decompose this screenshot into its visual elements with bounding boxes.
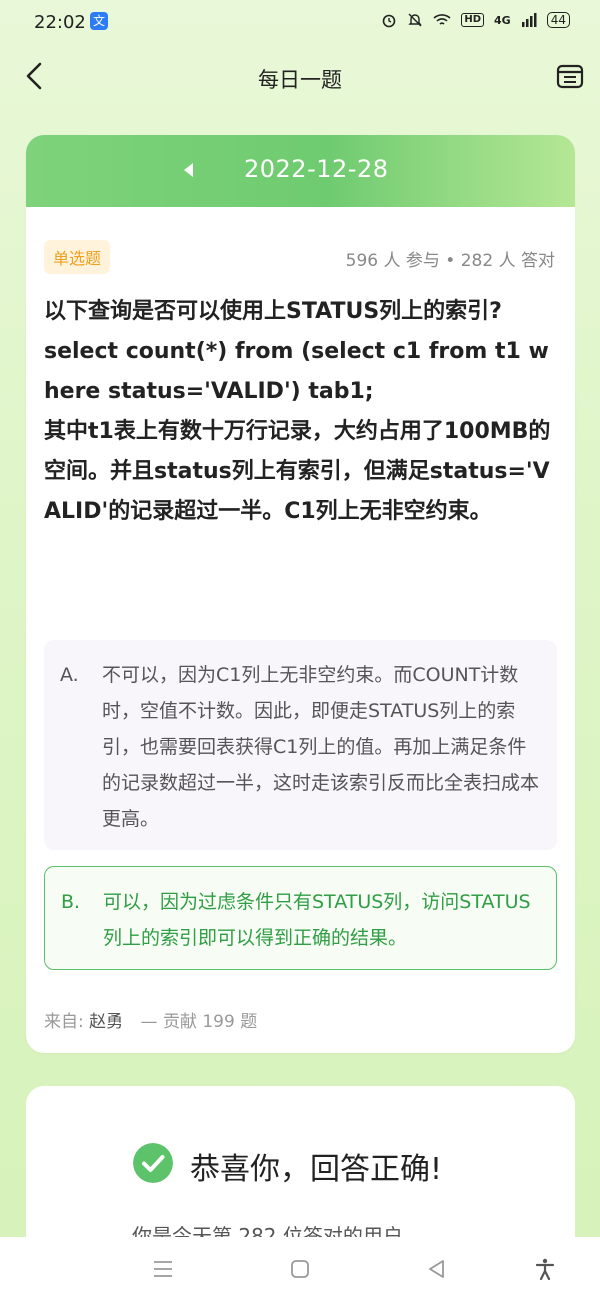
author-name[interactable]: 赵勇 [89,1012,123,1032]
battery-indicator: 44 [546,12,570,28]
prev-date-arrow-icon[interactable] [184,163,193,177]
status-bar: 22:02 文 HD 4G 44 [0,0,600,46]
option-text: 不可以，因为C1列上无非空约束。而COUNT计数时，空值不计数。因此，即便走ST… [102,664,540,830]
question-date: 2022-12-28 [244,155,389,183]
option-text: 可以，因为过虑条件只有STATUS列，访问STATUS列上的索引即可以得到正确的… [103,891,531,949]
signal-icon [521,13,537,27]
option-a[interactable]: A. 不可以，因为C1列上无非空约束。而COUNT计数时，空值不计数。因此，即便… [44,640,557,850]
nav-bar: 每日一题 [0,46,600,110]
translate-app-icon: 文 [90,12,108,30]
date-header: 2022-12-28 [26,135,575,207]
accessibility-icon[interactable] [533,1257,557,1281]
question-meta: 单选题 596 人 参与 • 282 人 答对 [44,240,555,274]
status-icons: HD 4G 44 [381,12,570,28]
question-text: 以下查询是否可以使用上STATUS列上的索引? select count(*) … [44,299,551,524]
status-time: 22:02 [34,12,86,33]
alarm-icon [383,14,396,28]
result-title: 恭喜你，回答正确! [190,1152,443,1187]
option-letter: B. [61,891,81,913]
page-title: 每日一题 [258,68,342,92]
question-type-badge: 单选题 [44,240,111,274]
mute-bell-icon [408,13,423,27]
hd-badge: HD [461,13,485,27]
contribution-count: — 贡献 199 题 [140,1012,258,1032]
system-nav-bar [0,1237,600,1300]
question-card: 2022-12-28 单选题 596 人 参与 • 282 人 答对 以下查询是… [26,135,575,1053]
author-label: 来自: [44,1012,84,1032]
menu-icon[interactable] [151,1257,175,1281]
participation-stats: 596 人 参与 • 282 人 答对 [345,251,555,271]
check-circle-icon [133,1143,173,1183]
home-icon[interactable] [288,1257,312,1281]
back-triangle-icon[interactable] [425,1257,449,1281]
author-info: 来自: 赵勇 — 贡献 199 题 [44,1007,257,1032]
calendar-icon[interactable] [556,62,584,90]
network-type: 4G [494,13,511,27]
option-b-correct[interactable]: B. 可以，因为过虑条件只有STATUS列，访问STATUS列上的索引即可以得到… [44,866,557,970]
option-letter: A. [60,664,79,686]
wifi-icon [433,14,451,25]
